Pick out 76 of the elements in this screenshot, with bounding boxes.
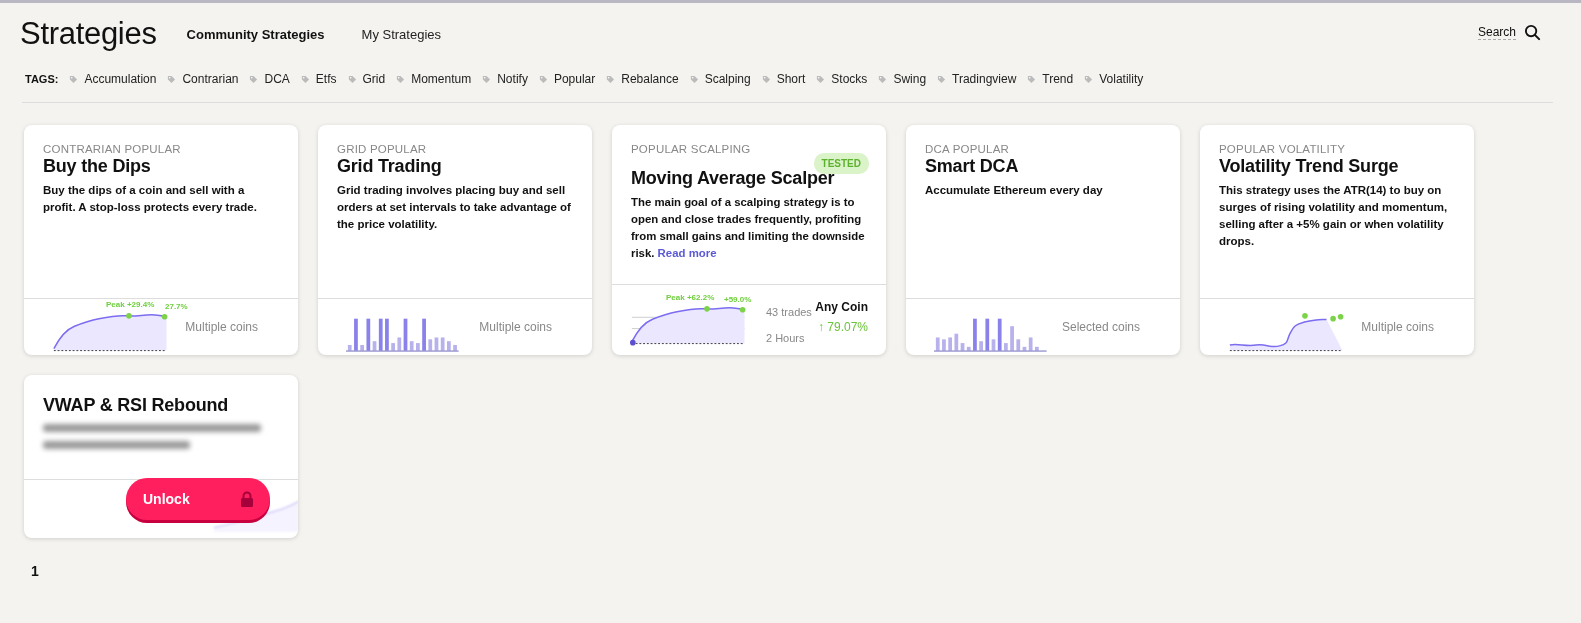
tag-icon bbox=[1027, 74, 1037, 84]
tag-icon bbox=[816, 74, 826, 84]
card-description: Grid trading involves placing buy and sell orders at set intervals to take advantage of the price volatility. bbox=[337, 183, 572, 232]
tag-link[interactable]: Momentum bbox=[396, 72, 472, 86]
card-tags: GRID POPULAR bbox=[337, 143, 427, 155]
unlock-button[interactable]: Unlock bbox=[126, 478, 270, 520]
tag-link[interactable]: Popular bbox=[538, 72, 596, 86]
card-description: The main goal of a scalping strategy is to open and close trades frequently, profiting from small gains and limiting the downside risk. Read more bbox=[631, 195, 866, 261]
strategy-card[interactable]: GRID POPULAR Grid Trading Grid trading involves placing buy and sell orders at set intervals to take advantage of the price volatility. Multiple coins bbox=[318, 125, 592, 355]
card-tags: CONTRARIAN POPULAR bbox=[43, 143, 181, 155]
card-description: This strategy uses the ATR(14) to buy on surges of rising volatility and momentum, selling after a +5% gain or when volatility drops. bbox=[1219, 183, 1449, 249]
tag-link[interactable]: Accumulation bbox=[69, 72, 157, 86]
tag-link[interactable]: Trend bbox=[1027, 72, 1074, 86]
card-description: Buy the dips of a coin and sell with a profit. A stop-loss protects every trade. bbox=[43, 183, 258, 215]
tab[interactable]: My Strategies bbox=[361, 26, 442, 42]
tag-icon bbox=[167, 74, 177, 84]
tag-icon bbox=[937, 74, 947, 84]
card-tags: POPULAR VOLATILITY bbox=[1219, 143, 1346, 155]
strategy-card[interactable]: DCA POPULAR Smart DCA Accumulate Ethereum every day Selected coins bbox=[906, 125, 1180, 355]
lock-icon bbox=[240, 491, 254, 507]
strategy-card[interactable]: POPULAR VOLATILITY Volatility Trend Surge This strategy uses the ATR(14) to buy on surges of rising volatility and momentum, selling after a +5% gain or when volatility drops. Multiple coins bbox=[1200, 125, 1474, 355]
strategy-card[interactable]: CONTRARIAN POPULAR Buy the Dips Buy the dips of a coin and sell with a profit. A stop-loss protects every trade. Peak +29.4% 27.7% Multiple coins bbox=[24, 125, 298, 355]
tag-link[interactable]: Stocks bbox=[816, 72, 868, 86]
page-title: Strategies bbox=[20, 16, 157, 52]
card-title: Grid Trading bbox=[337, 156, 443, 177]
tag-icon bbox=[300, 74, 310, 84]
tag-icon bbox=[249, 74, 259, 84]
tag-link[interactable]: Contrarian bbox=[167, 72, 239, 86]
search-icon[interactable] bbox=[1524, 23, 1541, 41]
strategy-card[interactable]: VWAP & RSI Rebound Unlock bbox=[24, 375, 298, 538]
card-tags: POPULAR SCALPING bbox=[631, 143, 751, 155]
coins-label: Selected coins bbox=[1061, 320, 1140, 334]
search-link[interactable]: Search bbox=[1477, 24, 1516, 40]
tag-link[interactable]: Tradingview bbox=[937, 72, 1017, 86]
tag-link[interactable]: Short bbox=[761, 72, 806, 86]
read-more-link[interactable]: Read more bbox=[657, 247, 717, 259]
end-label: 27.7% bbox=[165, 302, 188, 311]
peak-label: Peak +29.4% bbox=[106, 300, 155, 309]
tag-link[interactable]: Volatility bbox=[1084, 72, 1144, 86]
page-link[interactable]: 1 bbox=[31, 563, 39, 579]
tag-link[interactable]: Swing bbox=[878, 72, 927, 86]
tested-badge: TESTED bbox=[813, 153, 869, 174]
tag-link[interactable]: Etfs bbox=[300, 72, 337, 86]
tag-link[interactable]: Scalping bbox=[689, 72, 751, 86]
tag-icon bbox=[761, 74, 771, 84]
tag-icon bbox=[396, 74, 406, 84]
peak-label: Peak +62.2% bbox=[666, 293, 715, 302]
tag-link[interactable]: DCA bbox=[249, 72, 290, 86]
coin-label: Any Coin bbox=[815, 300, 868, 314]
trades-count: 43 trades bbox=[766, 306, 812, 318]
tag-icon bbox=[878, 74, 888, 84]
coins-label: Multiple coins bbox=[185, 320, 258, 334]
card-tags: DCA POPULAR bbox=[925, 143, 1009, 155]
tag-icon bbox=[482, 74, 492, 84]
tag-link[interactable]: Grid bbox=[347, 72, 386, 86]
tag-icon bbox=[689, 74, 699, 84]
tab[interactable]: Community Strategies bbox=[186, 26, 325, 42]
card-description: Accumulate Ethereum every day bbox=[925, 183, 1104, 198]
end-label: +59.0% bbox=[724, 295, 752, 304]
tag-icon bbox=[69, 74, 79, 84]
tag-icon bbox=[606, 74, 616, 84]
tags-label: TAGS: bbox=[25, 73, 59, 85]
tag-icon bbox=[347, 74, 357, 84]
card-title: Smart DCA bbox=[925, 156, 1020, 177]
strategy-card[interactable] bbox=[612, 125, 886, 355]
card-title: Buy the Dips bbox=[43, 156, 152, 177]
tag-link[interactable]: Rebalance bbox=[606, 72, 679, 86]
tag-icon bbox=[538, 74, 548, 84]
duration-label: 2 Hours bbox=[766, 332, 806, 344]
tag-icon bbox=[1084, 74, 1094, 84]
card-title: Volatility Trend Surge bbox=[1219, 156, 1400, 177]
card-title: VWAP & RSI Rebound bbox=[43, 395, 230, 416]
coins-label: Multiple coins bbox=[1361, 320, 1434, 334]
gain-value: ↑ 79.07% bbox=[817, 320, 868, 334]
coins-label: Multiple coins bbox=[479, 320, 552, 334]
tag-link[interactable]: Notify bbox=[482, 72, 528, 86]
